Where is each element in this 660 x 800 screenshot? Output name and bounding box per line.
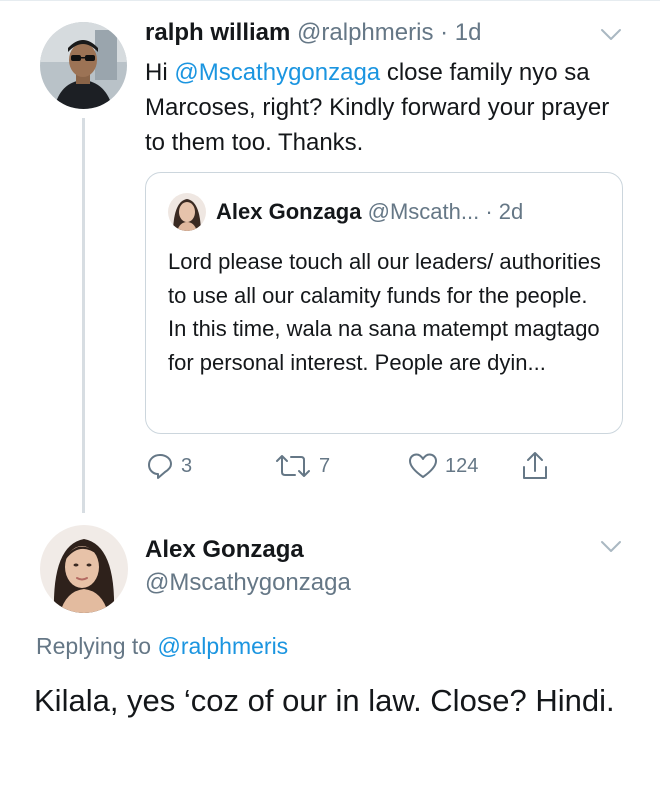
tweet-header: ralph william @ralphmeris · 1d: [145, 17, 481, 49]
replying-to-link[interactable]: @ralphmeris: [157, 633, 288, 659]
like-button[interactable]: 124: [407, 448, 478, 484]
quoted-tweet-time: · 2d: [485, 199, 524, 224]
reply-author-name[interactable]: Alex Gonzaga: [145, 534, 304, 566]
thread-connector: [82, 118, 85, 513]
reply-count: 3: [181, 454, 193, 477]
ralph-avatar[interactable]: [40, 22, 127, 109]
retweet-icon: [276, 455, 310, 477]
tweet-time[interactable]: · 1d: [440, 19, 481, 46]
like-count: 124: [445, 454, 479, 477]
reply-author-handle[interactable]: @Mscathygonzaga: [145, 567, 351, 599]
quoted-author-name: Alex Gonzaga: [216, 199, 362, 224]
author-name[interactable]: ralph william: [145, 19, 290, 46]
tweet-text: Hi @Mscathygonzaga close family nyo sa M…: [145, 59, 610, 156]
reply-icon: [148, 454, 172, 479]
retweet-button[interactable]: 7: [273, 448, 330, 484]
quoted-author-handle: @Mscath...: [367, 199, 480, 224]
mention-link[interactable]: @Mscathygonzaga: [174, 59, 380, 86]
author-handle[interactable]: @ralphmeris: [297, 19, 433, 46]
alex-avatar[interactable]: [40, 525, 128, 613]
profile-photo-woman-icon: [168, 193, 206, 231]
quoted-author-avatar: [168, 193, 206, 231]
quoted-tweet-text: Lord please touch all our leaders/ autho…: [168, 249, 601, 375]
reply-button[interactable]: 3: [145, 448, 192, 484]
heart-icon: [409, 453, 437, 478]
share-icon: [523, 452, 547, 479]
reply-text: Kilala, yes ‘coz of our in law. Close? H…: [34, 683, 615, 718]
replying-to-line: Replying to @ralphmeris: [36, 633, 289, 659]
retweet-count: 7: [319, 454, 331, 477]
chevron-down-icon[interactable]: [600, 540, 622, 554]
tweet-actions: 3 7 124: [145, 448, 605, 484]
share-button[interactable]: [520, 448, 550, 484]
quoted-tweet-card[interactable]: Alex Gonzaga @Mscath... · 2d Lord please…: [145, 172, 623, 434]
profile-photo-woman-icon: [40, 525, 128, 613]
top-divider: [0, 0, 660, 1]
quoted-tweet-header: Alex Gonzaga @Mscath... · 2d: [216, 197, 523, 227]
chevron-down-icon[interactable]: [600, 28, 622, 42]
profile-photo-man-icon: [40, 22, 127, 109]
